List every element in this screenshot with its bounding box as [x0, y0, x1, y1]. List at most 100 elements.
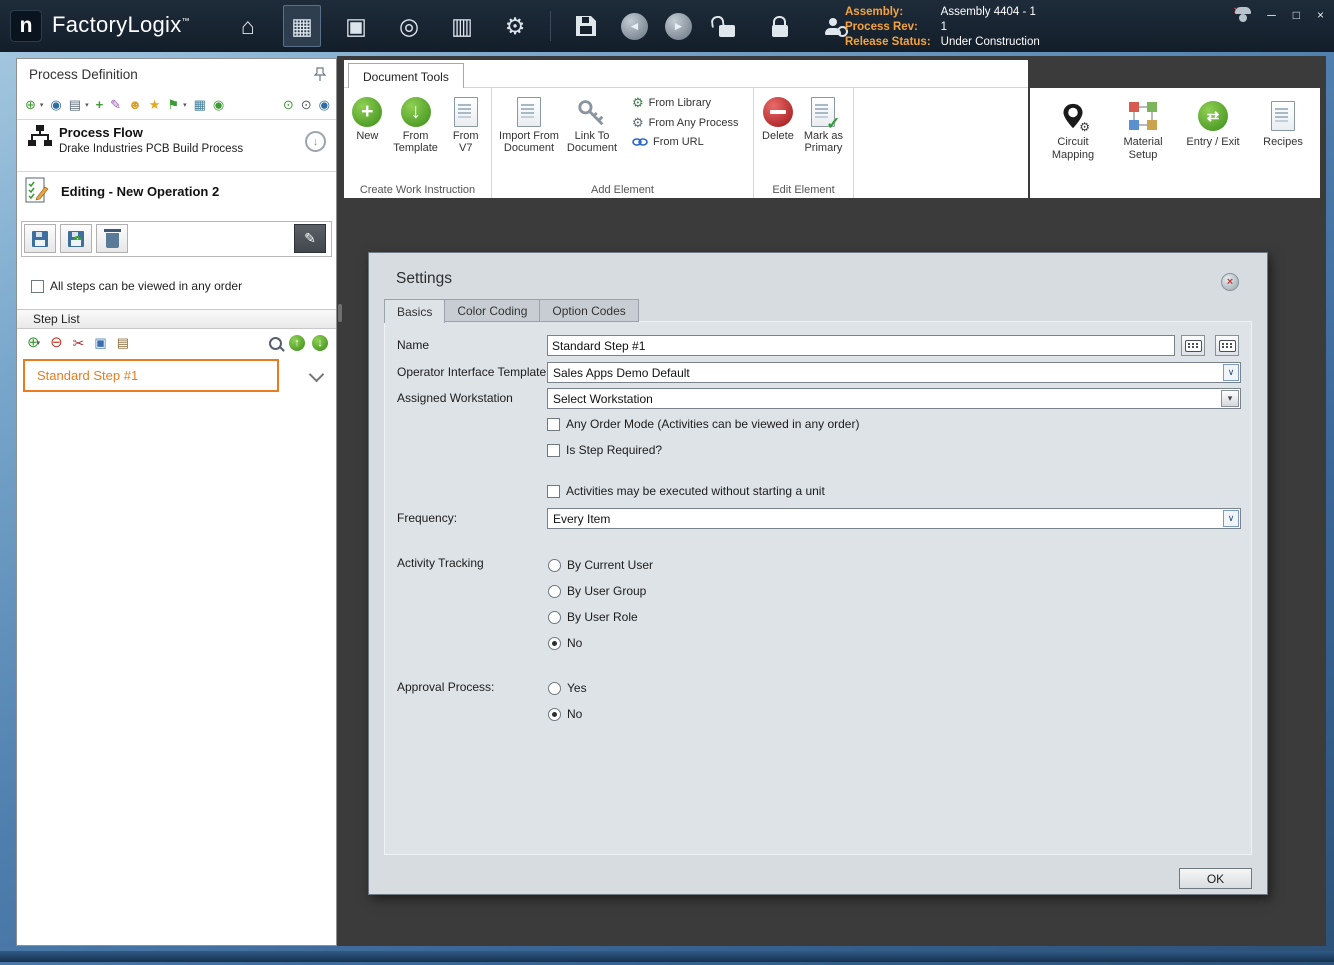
- collapse-circle-icon[interactable]: ↓: [305, 131, 326, 152]
- gear-overlay-icon: ⚙: [1079, 120, 1090, 134]
- close-button[interactable]: ×: [1317, 8, 1324, 22]
- entry-exit-button[interactable]: ⇄ Entry / Exit: [1184, 96, 1242, 198]
- circuit-mapping-button[interactable]: ⚙ Circuit Mapping: [1044, 96, 1102, 198]
- touch-keyboard-button[interactable]: [1215, 335, 1239, 356]
- paste-icon[interactable]: ▤: [117, 336, 129, 350]
- pin-icon[interactable]: [313, 67, 327, 85]
- process-editor-button[interactable]: ▦: [283, 5, 321, 47]
- step-expand-chevron-icon[interactable]: [308, 366, 325, 383]
- user-icon-small[interactable]: ☻: [128, 98, 142, 112]
- process-flow-header[interactable]: Process Flow Drake Industries PCB Build …: [27, 123, 328, 167]
- home-icon: ⌂: [241, 12, 255, 39]
- globe-icon[interactable]: ◉: [213, 98, 224, 112]
- splitter-handle[interactable]: [338, 304, 342, 322]
- save-import-button[interactable]: ↑: [60, 224, 92, 253]
- copy-icon[interactable]: ▣: [94, 336, 106, 350]
- layers-icon[interactable]: ▦: [194, 98, 206, 112]
- radio-approval-no[interactable]: No: [548, 707, 582, 721]
- lock-button[interactable]: [762, 6, 798, 46]
- radio-activity-tracking-no[interactable]: No: [548, 636, 582, 650]
- dialog-tabs: Basics Color Coding Option Codes: [384, 299, 639, 323]
- save-icon: [576, 16, 596, 36]
- assigned-workstation-dropdown[interactable]: Select Workstation ▾: [547, 388, 1241, 409]
- minimize-button[interactable]: ─: [1267, 8, 1276, 22]
- navigator-button[interactable]: ◎: [391, 6, 427, 46]
- maximize-button[interactable]: □: [1293, 8, 1300, 22]
- tab-option-codes[interactable]: Option Codes: [539, 299, 639, 322]
- new-button[interactable]: + New: [350, 94, 385, 154]
- radio-by-current-user[interactable]: By Current User: [548, 558, 653, 572]
- print-caret-icon[interactable]: ▾: [85, 101, 89, 109]
- link-to-document-button[interactable]: Link To Document: [564, 94, 620, 154]
- add-step-button[interactable]: ⊕ ▾: [27, 335, 40, 350]
- back-button[interactable]: ◄: [621, 12, 648, 40]
- radio-approval-yes[interactable]: Yes: [548, 681, 587, 695]
- settings-button[interactable]: ⚙: [497, 6, 533, 46]
- flag-caret-icon[interactable]: ▾: [183, 101, 187, 109]
- remove-step-icon[interactable]: ⊖: [50, 335, 63, 350]
- marker-icon[interactable]: ✎: [110, 98, 121, 112]
- zoom-icon[interactable]: [269, 336, 282, 350]
- mark-as-primary-button[interactable]: ✓ Mark as Primary: [800, 94, 847, 154]
- activities-without-unit-checkbox-row[interactable]: Activities may be executed without start…: [547, 484, 825, 498]
- print-icon[interactable]: ▤: [69, 98, 81, 112]
- from-library-button[interactable]: ⚙ From Library: [632, 96, 739, 109]
- name-label: Name: [397, 338, 430, 352]
- pencil-icon: ✎: [304, 230, 316, 246]
- move-down-button[interactable]: ↓: [312, 335, 328, 351]
- recipes-button[interactable]: Recipes: [1254, 96, 1312, 198]
- any-order-checkbox-row[interactable]: All steps can be viewed in any order: [31, 279, 242, 293]
- add-caret-icon[interactable]: ▾: [40, 101, 44, 109]
- forward-button[interactable]: ►: [665, 12, 692, 40]
- favorite-icon[interactable]: ★: [149, 98, 161, 112]
- operator-interface-template-value: Sales Apps Demo Default: [553, 365, 690, 380]
- flag-icon[interactable]: ⚑: [167, 98, 179, 112]
- save-step-button[interactable]: [24, 224, 56, 253]
- operator-interface-template-dropdown[interactable]: Sales Apps Demo Default ∨: [547, 362, 1241, 383]
- tab-color-coding[interactable]: Color Coding: [444, 299, 541, 322]
- insert-icon[interactable]: +: [96, 98, 104, 112]
- radio-circle: [548, 610, 561, 624]
- name-input[interactable]: [547, 335, 1175, 356]
- record-icon[interactable]: ⊙: [283, 98, 294, 112]
- frequency-dropdown[interactable]: Every Item ∨: [547, 508, 1241, 529]
- from-url-button[interactable]: From URL: [632, 136, 739, 148]
- unlock-button[interactable]: [709, 6, 745, 46]
- from-v7-button[interactable]: From V7: [447, 94, 485, 154]
- ok-button[interactable]: OK: [1179, 868, 1252, 889]
- any-order-mode-checkbox-row[interactable]: Any Order Mode (Activities can be viewed…: [547, 417, 859, 431]
- toolbar-separator: [550, 11, 551, 41]
- import-from-document-button[interactable]: Import From Document: [498, 94, 560, 154]
- tab-document-tools[interactable]: Document Tools: [348, 63, 464, 89]
- from-template-button[interactable]: ↓ From Template: [389, 94, 443, 154]
- web-icon[interactable]: ◉: [50, 98, 61, 112]
- panel-splitter[interactable]: [337, 56, 344, 946]
- from-any-process-button[interactable]: ⚙ From Any Process: [632, 116, 739, 129]
- lock-icon: [772, 15, 788, 37]
- panel-toolbar: ⊕ ▾ ◉ ▤ ▾ + ✎ ☻ ★ ⚑ ▾ ▦ ◉ ⊙ ⊙ ◉: [25, 95, 330, 115]
- edit-slate-button[interactable]: ✎: [294, 224, 326, 253]
- add-icon[interactable]: ⊕: [25, 98, 36, 112]
- is-step-required-checkbox-row[interactable]: Is Step Required?: [547, 443, 662, 457]
- tab-basics[interactable]: Basics: [384, 299, 446, 323]
- radio-by-user-group[interactable]: By User Group: [548, 584, 646, 598]
- import-from-document-label: Import From Document: [499, 130, 559, 154]
- step-list-item-selected[interactable]: Standard Step #1: [23, 359, 279, 392]
- keyboard-button[interactable]: [1181, 335, 1205, 356]
- save-button[interactable]: [568, 6, 604, 46]
- radio-by-user-role[interactable]: By User Role: [548, 610, 638, 624]
- delete-button[interactable]: Delete: [760, 94, 796, 154]
- dialog-close-button[interactable]: ×: [1221, 273, 1239, 291]
- archive-button[interactable]: [96, 224, 128, 253]
- cut-icon[interactable]: ✂: [73, 336, 85, 350]
- info-icon[interactable]: ◉: [319, 98, 330, 112]
- from-template-icon: ↓: [400, 97, 431, 127]
- from-library-icon: ⚙: [632, 95, 644, 110]
- material-setup-button[interactable]: Material Setup: [1114, 96, 1172, 198]
- reports-button[interactable]: ▥: [444, 6, 480, 46]
- operator-interface-template-label: Operator Interface Template: [397, 365, 547, 379]
- move-up-button[interactable]: ↑: [289, 335, 305, 351]
- sync-icon[interactable]: ⊙: [301, 98, 312, 112]
- document-library-button[interactable]: ▣: [338, 6, 374, 46]
- home-button[interactable]: ⌂: [230, 6, 266, 46]
